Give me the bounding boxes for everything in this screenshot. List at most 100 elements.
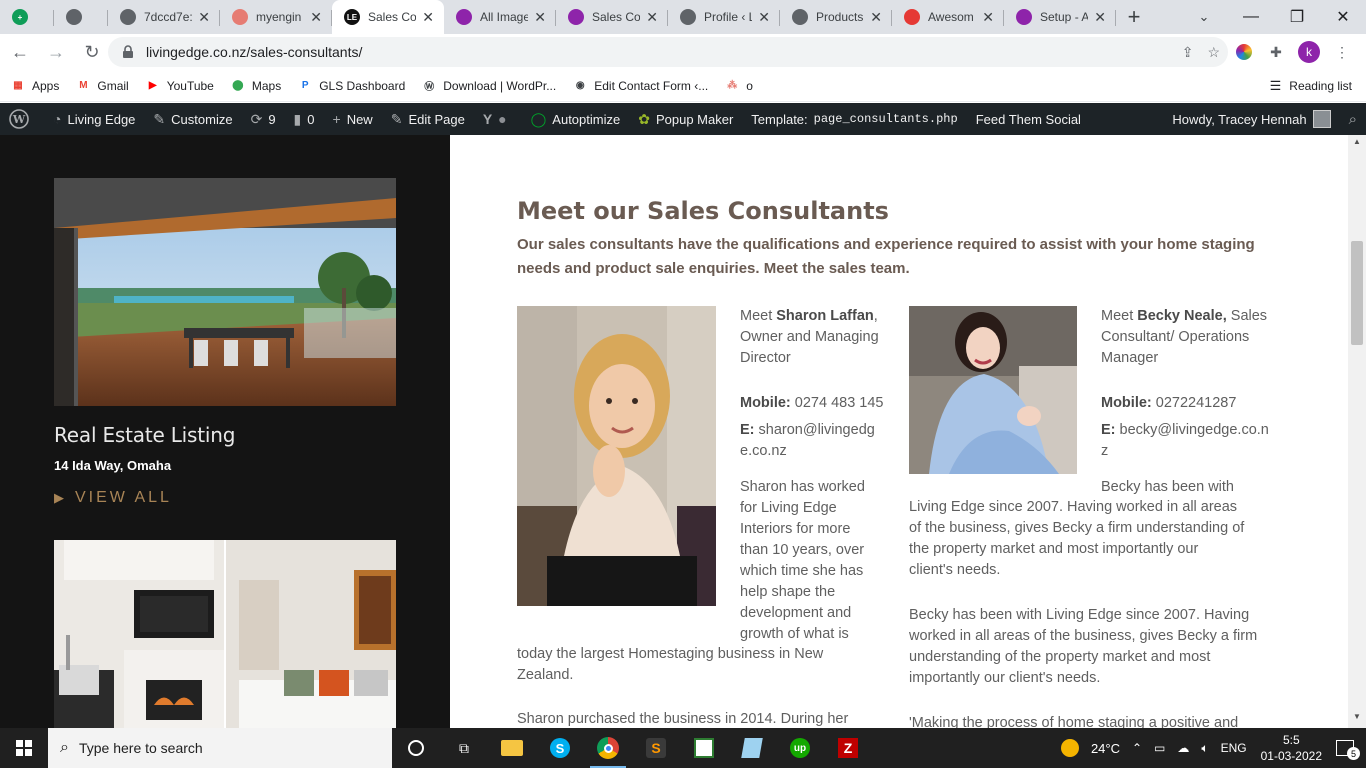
scroll-up-arrow-icon[interactable]: ▲ xyxy=(1348,137,1366,151)
tab-close-icon[interactable]: ✕ xyxy=(422,9,434,26)
tab-label: 7dccd7e: xyxy=(144,10,193,24)
language-indicator[interactable]: ENG xyxy=(1221,741,1247,755)
wp-logo-menu[interactable]: W xyxy=(0,103,44,135)
wp-edit-page[interactable]: ✎ Edit Page xyxy=(382,103,474,135)
browser-tab[interactable]: Profile ‹ L ✕ xyxy=(668,0,780,34)
taskbar-search-box[interactable]: ⌕ Type here to search xyxy=(48,728,392,768)
email-link-cont[interactable]: z xyxy=(1101,441,1291,462)
wp-yoast[interactable]: Y ● xyxy=(474,103,522,135)
sidebar: Real Estate Listing 14 Ida Way, Omaha ▶ … xyxy=(0,135,450,728)
bookmark-item[interactable]: P GLS Dashboard xyxy=(297,78,405,94)
view-all-link[interactable]: ▶ VIEW ALL xyxy=(54,489,172,507)
listing-photo-living-room[interactable] xyxy=(54,540,396,728)
tab-close-icon[interactable]: ✕ xyxy=(310,9,322,26)
wp-search-icon[interactable]: ⌕ xyxy=(1340,103,1366,135)
close-window-icon[interactable]: ✕ xyxy=(1320,0,1366,34)
onedrive-icon[interactable]: ☁ xyxy=(1177,741,1189,755)
reading-list-button[interactable]: ☰ Reading list xyxy=(1270,70,1352,102)
chevron-up-icon[interactable]: ⌃ xyxy=(1132,741,1142,755)
notepad-icon[interactable] xyxy=(728,728,776,768)
profile-avatar[interactable]: k xyxy=(1298,41,1320,63)
wp-new-content[interactable]: + New xyxy=(324,103,382,135)
tab-close-icon[interactable]: ✕ xyxy=(1094,9,1106,26)
bookmark-item[interactable]: ⬤ Maps xyxy=(230,78,281,94)
windows-start-icon[interactable] xyxy=(0,728,48,768)
cortana-circle-icon[interactable] xyxy=(392,728,440,768)
weather-temp[interactable]: 24°C xyxy=(1091,741,1120,756)
task-view-icon[interactable]: ⧉ xyxy=(440,728,488,768)
browser-tab[interactable]: Awesom ✕ xyxy=(892,0,1004,34)
weather-sun-icon[interactable] xyxy=(1060,739,1079,757)
comment-bubble-icon: ▮ xyxy=(293,110,302,127)
address-bar[interactable]: livingedge.co.nz/sales-consultants/ ⇪ ☆ xyxy=(108,37,1228,67)
extension-colorful-icon[interactable] xyxy=(1234,42,1254,62)
wp-popup-maker[interactable]: ✿ Popup Maker xyxy=(629,103,742,135)
new-tab-button[interactable]: + xyxy=(1116,0,1152,34)
wp-template-info[interactable]: Template: page_consultants.php xyxy=(742,103,966,135)
bookmark-item[interactable]: Ⓦ Download | WordPr... xyxy=(421,78,556,94)
bookmark-star-icon[interactable]: ☆ xyxy=(1207,44,1220,61)
lock-icon[interactable] xyxy=(120,44,136,60)
tab-close-icon[interactable]: ✕ xyxy=(870,9,882,26)
browser-tab[interactable]: All Image ✕ xyxy=(444,0,556,34)
extensions-puzzle-icon[interactable]: ✚ xyxy=(1266,42,1286,62)
bookmark-item[interactable]: M Gmail xyxy=(75,78,129,94)
listing-photo-deck[interactable] xyxy=(54,178,396,406)
browser-tab[interactable]: 7dccd7e: ✕ xyxy=(108,0,220,34)
browser-tab[interactable]: Products ✕ xyxy=(780,0,892,34)
email-link[interactable]: sharon@livingedg xyxy=(755,422,875,438)
browser-tab[interactable]: myengin ✕ xyxy=(220,0,332,34)
bookmark-item[interactable]: ⁂ o xyxy=(724,78,753,94)
tab-search-chevron-icon[interactable]: ⌄ xyxy=(1192,0,1216,34)
bookmark-item[interactable]: ◉ Edit Contact Form ‹... xyxy=(572,78,708,94)
restore-icon[interactable]: ❐ xyxy=(1274,0,1320,34)
menu-kebab-icon[interactable]: ⋮ xyxy=(1332,42,1352,62)
browser-tab[interactable]: LE Sales Co ✕ xyxy=(332,0,444,34)
wp-account-menu[interactable]: Howdy, Tracey Hennah xyxy=(1163,103,1339,135)
tab-close-icon[interactable]: ✕ xyxy=(758,9,770,26)
scroll-down-arrow-icon[interactable]: ▼ xyxy=(1348,712,1366,726)
paintbrush-icon: ✎ xyxy=(153,110,166,127)
tab-close-icon[interactable]: ✕ xyxy=(198,9,210,26)
listing-title[interactable]: Real Estate Listing xyxy=(54,423,235,447)
mobile-number[interactable]: 0274 483 145 xyxy=(791,395,884,411)
bookmark-item[interactable]: ▦ Apps xyxy=(10,78,59,94)
chrome-icon[interactable] xyxy=(584,728,632,768)
bookmark-item[interactable]: ▶ YouTube xyxy=(145,78,214,94)
network-icon[interactable]: ▭ xyxy=(1154,741,1165,755)
wp-autoptimize[interactable]: ◯ Autoptimize xyxy=(522,103,630,135)
tab-close-icon[interactable]: ✕ xyxy=(646,9,658,26)
back-arrow-icon[interactable]: ← xyxy=(4,36,36,68)
volume-icon[interactable]: 🔈︎ xyxy=(1201,741,1208,756)
wp-feed-them-social[interactable]: Feed Them Social xyxy=(967,103,1090,135)
spreadsheet-app-icon[interactable] xyxy=(680,728,728,768)
wp-site-name[interactable]: ◔ Living Edge xyxy=(44,103,144,135)
skype-icon[interactable]: S xyxy=(536,728,584,768)
share-icon[interactable]: ⇪ xyxy=(1182,44,1194,61)
reload-icon[interactable]: ↻ xyxy=(76,36,108,68)
file-explorer-icon[interactable] xyxy=(488,728,536,768)
sublime-text-icon[interactable]: S xyxy=(632,728,680,768)
email-link[interactable]: becky@livingedge.co.n xyxy=(1116,422,1269,438)
browser-tab[interactable]: + xyxy=(0,0,54,34)
wp-customize[interactable]: ✎ Customize xyxy=(144,103,241,135)
yoast-icon: Y xyxy=(482,111,493,127)
clock[interactable]: 5:5 01-03-2022 xyxy=(1261,732,1322,764)
page-scrollbar[interactable]: ▲ ▼ xyxy=(1348,135,1366,728)
wp-updates[interactable]: ⟳ 9 xyxy=(242,103,285,135)
browser-tab[interactable] xyxy=(54,0,108,34)
tab-close-icon[interactable]: ✕ xyxy=(534,9,546,26)
tab-close-icon[interactable]: ✕ xyxy=(982,9,994,26)
browser-tab[interactable]: Sales Co ✕ xyxy=(556,0,668,34)
minimize-icon[interactable]: — xyxy=(1228,0,1274,34)
forward-arrow-icon[interactable]: → xyxy=(40,36,72,68)
tab-favicon-icon xyxy=(904,9,920,25)
scrollbar-thumb[interactable] xyxy=(1351,241,1363,345)
browser-tab[interactable]: Setup - A ✕ xyxy=(1004,0,1116,34)
wp-comments[interactable]: ▮ 0 xyxy=(285,103,324,135)
upwork-icon[interactable]: up xyxy=(776,728,824,768)
mobile-number[interactable]: 0272241287 xyxy=(1152,395,1237,411)
filezilla-icon[interactable]: Z xyxy=(824,728,872,768)
email-link-cont[interactable]: e.co.nz xyxy=(740,441,900,462)
notifications-icon[interactable]: 5 xyxy=(1336,740,1360,760)
